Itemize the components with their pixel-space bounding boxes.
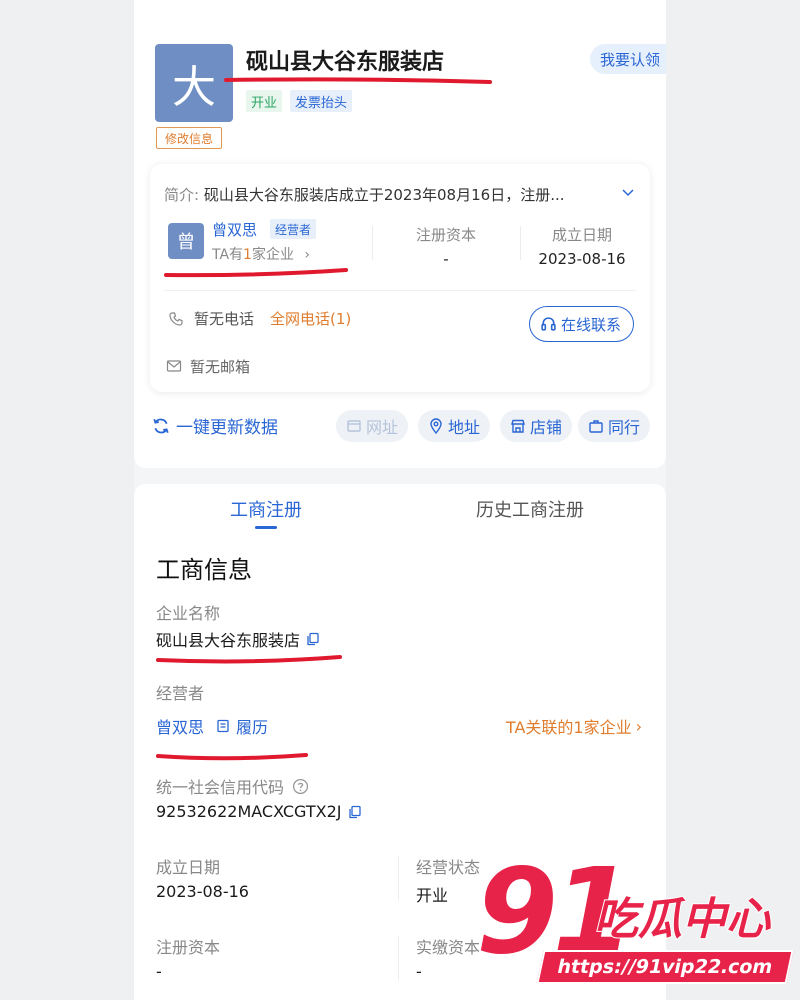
divider [164, 290, 636, 291]
update-data-button[interactable]: 一键更新数据 [152, 413, 278, 438]
email-text: 暂无邮箱 [190, 358, 251, 376]
company-name-value: 砚山县大谷东服装店 [156, 627, 320, 651]
operator-companies-suffix: 家企业 [251, 247, 294, 263]
headset-icon [541, 316, 556, 331]
edit-info-button[interactable]: 修改信息 [156, 127, 223, 149]
claim-button[interactable]: 我要认领 [589, 44, 666, 74]
operator-avatar-char: 曾 [177, 232, 195, 253]
watermark-text: 吃瓜中心 [593, 894, 771, 945]
online-contact-button[interactable]: 在线联系 [528, 306, 634, 342]
phone-icon [169, 312, 183, 326]
location-pin-icon [430, 418, 442, 434]
update-data-label: 一键更新数据 [176, 418, 278, 438]
status-label: 经营状态 [416, 858, 481, 877]
website-label: 网址 [366, 418, 399, 437]
related-companies-link[interactable]: TA关联的1家企业 › [506, 714, 642, 738]
company-logo: 大 [155, 44, 233, 122]
operator-avatar[interactable]: 曾 [168, 223, 204, 259]
reg-capital-label: 注册资本 [156, 938, 221, 957]
related-companies-label: TA关联的1家企业 [505, 718, 632, 737]
registered-capital-label: 注册资本 [415, 226, 476, 244]
divider [520, 226, 521, 260]
company-name-label: 企业名称 [156, 604, 221, 623]
chevron-right-icon: › [304, 247, 311, 263]
copy-icon[interactable] [348, 805, 362, 819]
credit-code-text: 92532622MACXCGTX2J [156, 802, 342, 821]
operator-label: 经营者 [156, 684, 205, 703]
status-value: 开业 [416, 886, 449, 905]
all-phones-link[interactable]: 全网电话(1) [270, 308, 351, 329]
phone-text: 暂无电话 [194, 310, 255, 328]
address-label: 地址 [448, 418, 481, 437]
operator-companies-count: 1 [243, 247, 252, 263]
invoice-title-tag[interactable]: 发票抬头 [290, 90, 353, 112]
company-logo-char: 大 [172, 62, 216, 113]
store-chip[interactable]: 店铺 [500, 410, 573, 442]
status-tag: 开业 [246, 90, 283, 112]
operator-companies-prefix: TA有 [212, 247, 244, 263]
document-icon [217, 719, 229, 733]
refresh-icon [153, 418, 169, 433]
intro-row[interactable]: 简介: 砚山县大谷东服装店成立于2023年08月16日，注册... [164, 184, 610, 205]
founded-label: 成立日期 [156, 858, 221, 877]
browser-icon [347, 420, 361, 432]
founded-value: 2023-08-16 [156, 882, 249, 901]
watermark-url: https://91vip22.com [536, 950, 794, 984]
summary-box: 简介: 砚山县大谷东服装店成立于2023年08月16日，注册... 曾 曾双思 … [150, 164, 650, 392]
mail-icon [166, 360, 182, 372]
operator-companies-link[interactable]: TA有1家企业 › [212, 244, 310, 264]
paid-capital-label: 实缴资本 [416, 938, 481, 957]
briefcase-icon [589, 420, 603, 433]
address-chip[interactable]: 地址 [418, 410, 491, 442]
section-title: 工商信息 [156, 556, 252, 584]
resume-link[interactable]: 履历 [236, 714, 268, 738]
founded-date-value: 2023-08-16 [538, 250, 626, 268]
divider [398, 936, 399, 980]
reg-capital-value: - [156, 962, 162, 981]
store-label: 店铺 [530, 418, 563, 437]
company-header-card: 大 砚山县大谷东服装店 我要认领 开业 发票抬头 修改信息 简介: 砚山县大谷东… [134, 0, 666, 468]
divider [372, 226, 373, 260]
operator-role-badge: 经营者 [270, 219, 317, 239]
tab-business-registration[interactable]: 工商注册 [230, 496, 302, 522]
tab-history-registration[interactable]: 历史工商注册 [476, 496, 584, 522]
company-title: 砚山县大谷东服装店 [246, 50, 445, 75]
divider [398, 856, 399, 900]
intro-text: 砚山县大谷东服装店成立于2023年08月16日，注册... [203, 186, 565, 204]
active-tab-indicator [255, 526, 277, 529]
paid-capital-value: - [416, 962, 422, 981]
chevron-down-icon[interactable] [622, 186, 634, 198]
operator-name[interactable]: 曾双思 [156, 714, 204, 738]
credit-code-label: 统一社会信用代码 [156, 774, 309, 798]
peers-label: 同行 [608, 418, 641, 437]
website-chip[interactable]: 网址 [336, 410, 409, 442]
registered-capital-value: - [443, 250, 449, 268]
credit-code-value: 92532622MACXCGTX2J [156, 802, 362, 821]
store-icon [511, 419, 525, 433]
operator-name-link[interactable]: 曾双思 [212, 219, 257, 240]
intro-label: 简介: [164, 186, 200, 204]
company-name-text: 砚山县大谷东服装店 [156, 631, 301, 650]
help-icon[interactable] [292, 778, 309, 795]
peers-chip[interactable]: 同行 [578, 410, 651, 442]
founded-date-label: 成立日期 [551, 226, 612, 244]
chevron-right-icon: › [635, 716, 642, 736]
online-contact-label: 在线联系 [560, 315, 621, 334]
operator-row: 曾双思 履历 [156, 714, 268, 738]
copy-icon[interactable] [306, 632, 320, 646]
credit-code-label-text: 统一社会信用代码 [156, 778, 285, 797]
